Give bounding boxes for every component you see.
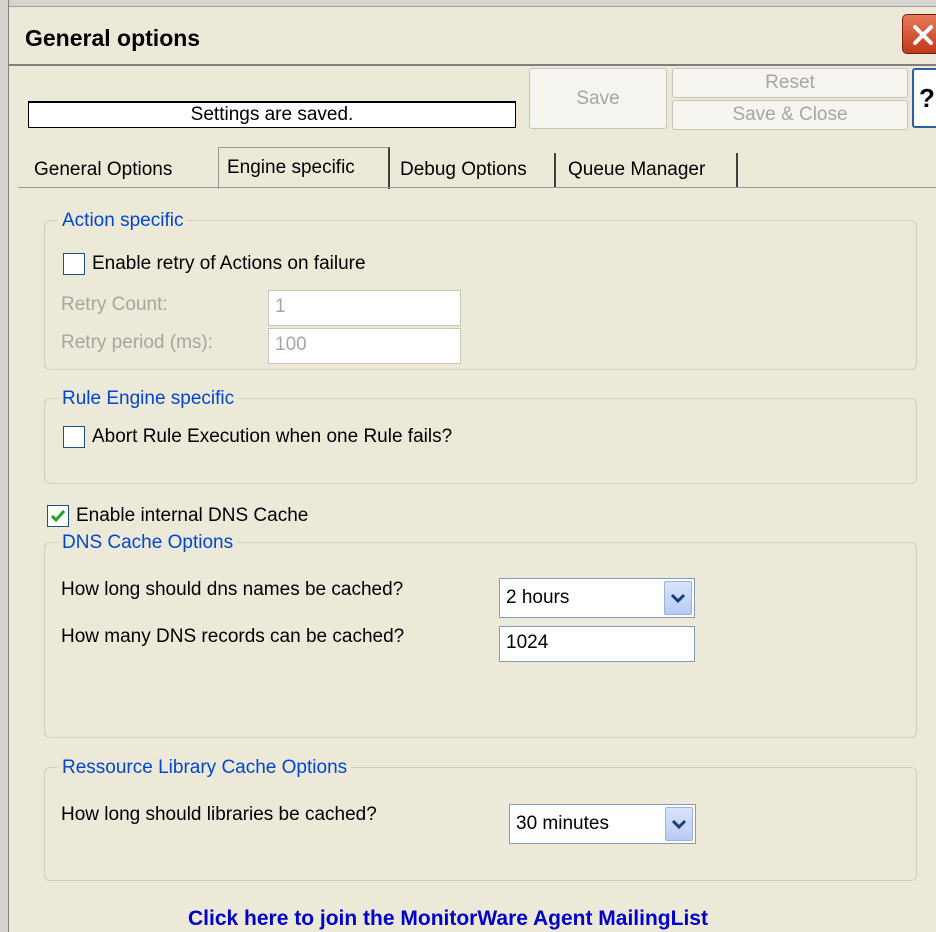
- dns-records-input[interactable]: 1024: [499, 626, 695, 662]
- library-cache-time-value: 30 minutes: [516, 813, 609, 834]
- dns-records-label: How many DNS records can be cached?: [61, 626, 405, 647]
- action-specific-legend: Action specific: [58, 210, 188, 232]
- dns-cache-time-select[interactable]: 2 hours: [499, 578, 695, 618]
- dns-cache-time-label: How long should dns names be cached?: [61, 579, 404, 600]
- abort-rule-checkbox[interactable]: [63, 426, 85, 448]
- retry-period-label: Retry period (ms):: [61, 332, 214, 353]
- help-button[interactable]: ?: [912, 68, 936, 128]
- dns-cache-options-legend: DNS Cache Options: [58, 532, 238, 554]
- chevron-down-icon: [671, 819, 687, 830]
- retry-count-input[interactable]: 1: [268, 290, 461, 326]
- enable-dns-cache-checkbox[interactable]: [47, 505, 69, 527]
- save-button[interactable]: Save: [529, 68, 667, 129]
- dns-cache-time-value: 2 hours: [506, 587, 570, 608]
- reset-button[interactable]: Reset: [672, 68, 908, 98]
- dropdown-arrow[interactable]: [665, 807, 693, 841]
- title-bar: General options: [9, 7, 936, 66]
- save-and-close-button[interactable]: Save & Close: [672, 100, 908, 130]
- library-cache-time-select[interactable]: 30 minutes: [509, 804, 696, 844]
- close-button[interactable]: [902, 14, 936, 54]
- retry-period-input[interactable]: 100: [268, 328, 461, 364]
- tab-general-options[interactable]: General Options: [26, 153, 210, 187]
- mailing-list-link[interactable]: Click here to join the MonitorWare Agent…: [188, 906, 708, 932]
- checkmark-icon: [50, 510, 66, 523]
- retry-count-label: Retry Count:: [61, 294, 168, 315]
- abort-rule-label: Abort Rule Execution when one Rule fails…: [92, 426, 453, 447]
- enable-dns-cache-label: Enable internal DNS Cache: [76, 505, 309, 526]
- dropdown-arrow[interactable]: [664, 581, 692, 615]
- window-title: General options: [25, 25, 201, 51]
- enable-retry-checkbox[interactable]: [63, 253, 85, 275]
- chevron-down-icon: [670, 593, 686, 604]
- window-frame-top: [0, 0, 936, 7]
- window-frame-left: [0, 0, 9, 932]
- tab-debug-options[interactable]: Debug Options: [392, 153, 556, 187]
- enable-retry-label: Enable retry of Actions on failure: [92, 253, 366, 274]
- tab-engine-specific[interactable]: Engine specific: [218, 147, 390, 189]
- library-cache-time-label: How long should libraries be cached?: [61, 804, 377, 825]
- resource-library-legend: Ressource Library Cache Options: [58, 757, 352, 779]
- tab-queue-manager[interactable]: Queue Manager: [560, 153, 738, 187]
- status-message: Settings are saved.: [28, 101, 516, 128]
- close-icon: [913, 25, 933, 45]
- rule-engine-legend: Rule Engine specific: [58, 388, 239, 410]
